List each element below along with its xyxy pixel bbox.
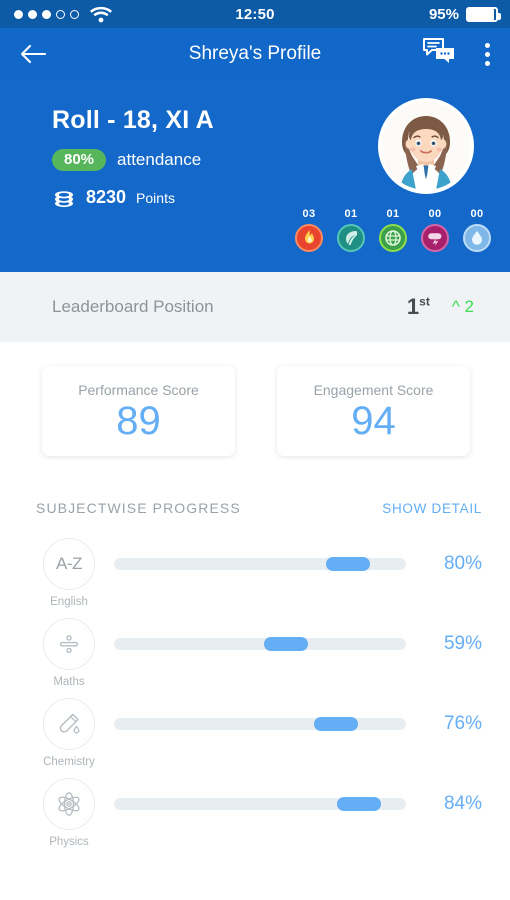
profile-screen: 12:50 95% Shreya's Profile Roll - 18, XI…	[0, 0, 510, 900]
leaderboard-label: Leaderboard Position	[52, 297, 214, 316]
card-value: 94	[351, 399, 396, 443]
badge-item[interactable]: 01	[336, 208, 366, 252]
progress-track[interactable]	[114, 797, 406, 811]
progress-marker	[264, 637, 309, 651]
progress-percent: 80%	[443, 553, 482, 574]
progress-marker	[313, 717, 358, 731]
badge-count: 03	[302, 208, 316, 220]
badge-count: 00	[470, 208, 484, 220]
badge-count: 01	[344, 208, 358, 220]
water-drop-badge-icon	[463, 224, 491, 252]
badge-item[interactable]: 00	[420, 208, 450, 252]
leaderboard-position: 1st	[407, 294, 430, 320]
subject-row-english[interactable]: A-Z English 80%	[0, 538, 510, 618]
badge-count: 01	[386, 208, 400, 220]
back-arrow-icon[interactable]	[18, 39, 48, 69]
battery-icon	[466, 6, 501, 22]
subject-icon-col: Chemistry	[38, 698, 100, 768]
test-tube-icon	[43, 698, 95, 750]
progress-wrap: 76%	[100, 698, 482, 750]
alphabet-a-z-icon: A-Z	[43, 538, 95, 590]
globe-badge-icon	[379, 224, 407, 252]
subject-icon-text: A-Z	[56, 554, 82, 573]
subject-icon-col: Maths	[38, 618, 100, 688]
attendance-label: attendance	[117, 150, 202, 169]
attendance-badge: 80%	[52, 149, 107, 171]
subject-name: Physics	[49, 836, 89, 848]
lightning-badge-icon	[421, 224, 449, 252]
card-label: Performance Score	[78, 382, 199, 398]
status-bar: 12:50 95%	[0, 0, 510, 28]
score-cards: Performance Score 89 Engagement Score 94	[0, 342, 510, 456]
progress-percent: 84%	[443, 793, 482, 814]
badge-item[interactable]: 03	[294, 208, 324, 252]
profile-hero: Roll - 18, XI A 80% attendance 8230 Poin…	[0, 80, 510, 272]
badge-list: 03 01 01 00 00	[294, 208, 492, 252]
points-label: Points	[136, 190, 175, 206]
division-sign-icon	[43, 618, 95, 670]
leaf-badge-icon	[337, 224, 365, 252]
section-title: SUBJECTWISE PROGRESS	[36, 500, 241, 516]
leaderboard-delta: ^ 2	[451, 297, 474, 316]
chat-bubbles-icon[interactable]	[423, 38, 455, 70]
leaderboard-row[interactable]: Leaderboard Position 1st ^ 2	[0, 272, 510, 342]
overflow-menu-icon[interactable]	[481, 39, 494, 70]
progress-wrap: 84%	[100, 778, 482, 830]
engagement-score-card[interactable]: Engagement Score 94	[277, 366, 470, 456]
show-detail-link[interactable]: SHOW DETAIL	[382, 501, 482, 516]
badge-item[interactable]: 01	[378, 208, 408, 252]
card-label: Engagement Score	[313, 382, 434, 398]
app-bar-actions	[423, 38, 494, 70]
progress-wrap: 59%	[100, 618, 482, 670]
fire-badge-icon	[295, 224, 323, 252]
atom-icon	[43, 778, 95, 830]
subject-name: English	[50, 596, 88, 608]
performance-score-card[interactable]: Performance Score 89	[42, 366, 235, 456]
progress-percent: 76%	[443, 713, 482, 734]
subjectwise-header: SUBJECTWISE PROGRESS SHOW DETAIL	[0, 456, 510, 516]
leaderboard-position-number: 1	[406, 294, 420, 319]
badge-item[interactable]: 00	[462, 208, 492, 252]
progress-wrap: 80%	[100, 538, 482, 590]
subject-list: A-Z English 80% Maths 59% Chemistry 76% …	[0, 516, 510, 858]
points-value: 8230	[86, 187, 127, 207]
progress-track[interactable]	[114, 717, 406, 731]
subject-name: Maths	[53, 676, 85, 688]
coin-stack-icon	[52, 187, 76, 216]
subject-row-maths[interactable]: Maths 59%	[0, 618, 510, 698]
app-bar: Shreya's Profile	[0, 28, 510, 80]
subject-icon-col: A-Z English	[38, 538, 100, 608]
subject-name: Chemistry	[43, 756, 95, 768]
subject-row-physics[interactable]: Physics 84%	[0, 778, 510, 858]
badge-count: 00	[428, 208, 442, 220]
progress-track[interactable]	[114, 637, 406, 651]
card-value: 89	[116, 399, 161, 443]
subject-row-chemistry[interactable]: Chemistry 76%	[0, 698, 510, 778]
subject-icon-col: Physics	[38, 778, 100, 848]
battery-percent: 95%	[428, 5, 459, 23]
progress-marker	[337, 797, 382, 811]
progress-percent: 59%	[443, 633, 482, 654]
avatar[interactable]	[378, 98, 474, 194]
progress-marker	[325, 557, 370, 571]
status-bar-right: 95%	[428, 5, 501, 23]
progress-track[interactable]	[114, 557, 406, 571]
leaderboard-position-suffix: st	[419, 294, 430, 309]
